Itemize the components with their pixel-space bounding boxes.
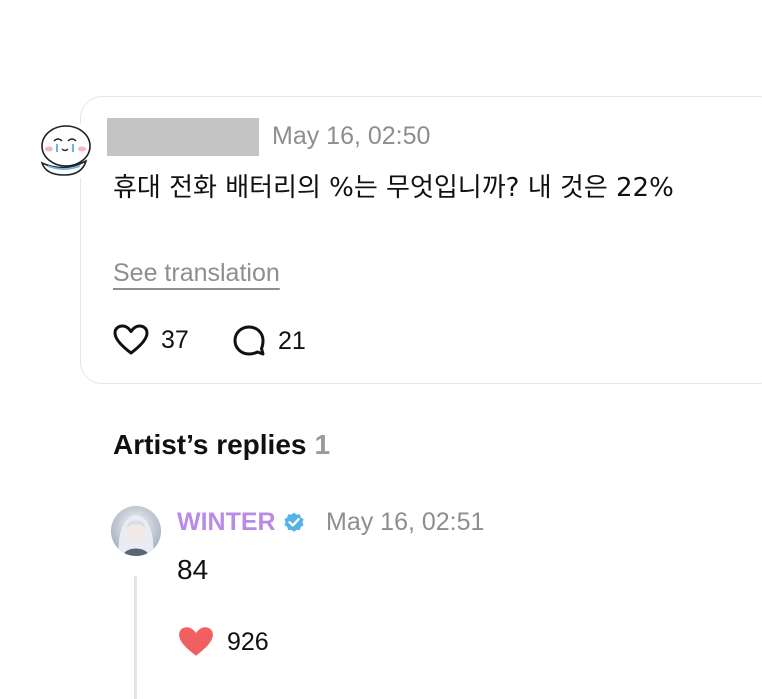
redacted-username bbox=[107, 118, 259, 156]
see-translation-link[interactable]: See translation bbox=[113, 259, 280, 288]
crying-cartoon-avatar-image bbox=[32, 119, 96, 183]
post-comment-button[interactable]: 21 bbox=[232, 324, 306, 358]
artist-name: WINTER bbox=[177, 508, 276, 536]
reply-body-text: 84 bbox=[177, 554, 209, 585]
reply-like-count: 926 bbox=[227, 627, 269, 656]
artist-replies-count: 1 bbox=[314, 429, 331, 460]
heart-outline-icon bbox=[113, 324, 149, 355]
reply-like-button[interactable]: 926 bbox=[177, 625, 269, 659]
thread-connector-line bbox=[134, 576, 137, 699]
fan-avatar[interactable] bbox=[32, 119, 96, 183]
verified-badge-icon bbox=[284, 512, 304, 532]
post-timestamp: May 16, 02:50 bbox=[272, 122, 431, 150]
artist-avatar[interactable] bbox=[111, 506, 161, 556]
post-detail-page: May 16, 02:50 휴대 전화 배터리의 %는 무엇입니까? 내 것은 … bbox=[0, 0, 762, 699]
post-like-count: 37 bbox=[161, 325, 189, 354]
artist-replies-heading: Artist’s replies 1 bbox=[113, 429, 330, 461]
speech-bubble-icon bbox=[233, 325, 265, 356]
reply-timestamp: May 16, 02:51 bbox=[326, 508, 485, 536]
heart-filled-icon bbox=[179, 627, 213, 656]
post-like-button[interactable]: 37 bbox=[113, 324, 189, 356]
artist-photo-image bbox=[111, 506, 161, 556]
artist-replies-title: Artist’s replies bbox=[113, 429, 307, 460]
post-comment-count: 21 bbox=[278, 326, 306, 355]
post-body-text: 휴대 전화 배터리의 %는 무엇입니까? 내 것은 22% bbox=[113, 173, 674, 203]
artist-name-row[interactable]: WINTER bbox=[177, 508, 306, 537]
